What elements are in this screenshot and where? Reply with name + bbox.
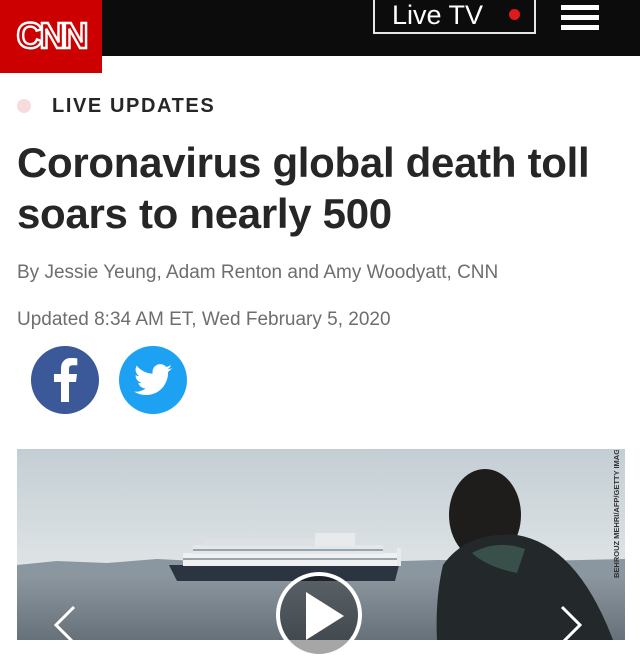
cnn-logo-mark: CNN	[15, 18, 90, 56]
live-dot-icon	[17, 99, 31, 113]
article-timestamp: Updated 8:34 AM ET, Wed February 5, 2020	[17, 309, 391, 330]
chevron-right-icon[interactable]	[556, 603, 586, 645]
article-byline: By Jessie Yeung, Adam Renton and Amy Woo…	[17, 262, 499, 283]
live-indicator-dot	[509, 9, 520, 20]
facebook-share-button[interactable]	[31, 346, 99, 414]
live-updates-label: LIVE UPDATES	[52, 94, 216, 117]
chevron-left-icon[interactable]	[50, 603, 80, 645]
photo-credit: BEHROUZ MEHRI/AFP/GETTY IMAGES	[612, 450, 621, 578]
twitter-icon	[134, 364, 172, 396]
hamburger-menu-icon[interactable]	[561, 3, 601, 31]
play-icon[interactable]	[276, 572, 362, 658]
live-tv-label: Live TV	[392, 0, 484, 30]
twitter-share-button[interactable]	[119, 346, 187, 414]
facebook-icon	[54, 358, 78, 402]
article-headline: Coronavirus global death toll soars to n…	[17, 139, 590, 237]
live-updates-badge: LIVE UPDATES	[17, 94, 215, 118]
cnn-logo[interactable]: CNN	[0, 0, 102, 73]
top-nav-bar: CNN Live TV	[0, 0, 640, 73]
live-tv-button[interactable]: Live TV	[373, 0, 536, 34]
svg-text:CNN: CNN	[17, 18, 87, 56]
